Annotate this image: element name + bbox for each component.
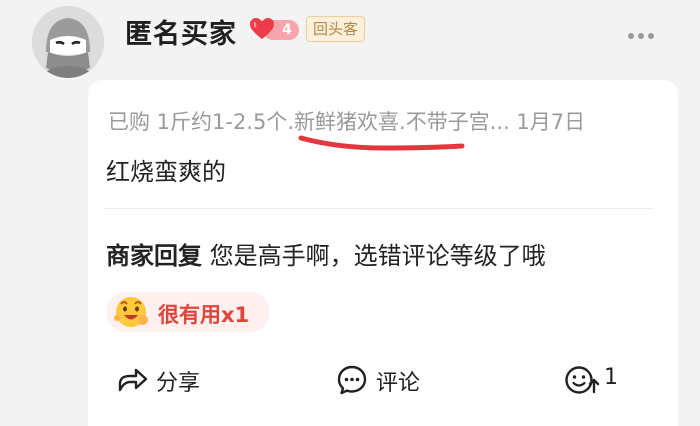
more-icon[interactable] <box>628 24 660 39</box>
red-underline-annotation <box>298 135 465 151</box>
comment-button[interactable]: 评论 <box>336 362 436 398</box>
share-label: 分享 <box>156 371 201 396</box>
heart-icon <box>250 18 274 39</box>
share-icon <box>118 368 148 392</box>
useful-label: 很有用x1 <box>158 303 250 327</box>
like-count: 1 <box>604 365 618 390</box>
useful-button[interactable]: 很有用x1 <box>106 292 270 332</box>
username[interactable]: 匿名买家 <box>125 12 237 51</box>
comment-label: 评论 <box>376 371 421 396</box>
review-text: 红烧蛮爽的 <box>106 158 226 186</box>
emoji-icon <box>114 297 148 327</box>
like-icon <box>565 366 600 394</box>
avatar-ninja-icon <box>32 6 104 78</box>
seller-reply-text: 您是高手啊，选错评论等级了哦 <box>202 242 546 270</box>
seller-reply-label: 商家回复 <box>106 242 202 270</box>
seller-reply: 商家回复 您是高手啊，选错评论等级了哦 <box>106 236 546 271</box>
level-count: 4 <box>282 22 292 38</box>
like-button[interactable]: 1 <box>564 362 624 398</box>
repeat-buyer-tag: 回头客 <box>306 16 366 42</box>
comment-icon <box>337 365 367 395</box>
divider <box>104 208 654 209</box>
share-button[interactable]: 分享 <box>116 362 216 398</box>
level-badge: 4 <box>249 17 299 41</box>
avatar[interactable] <box>32 6 104 78</box>
purchase-meta: 已购 1斤约1-2.5个.新鲜猪欢喜.不带子宫... 1月7日 <box>108 110 586 134</box>
